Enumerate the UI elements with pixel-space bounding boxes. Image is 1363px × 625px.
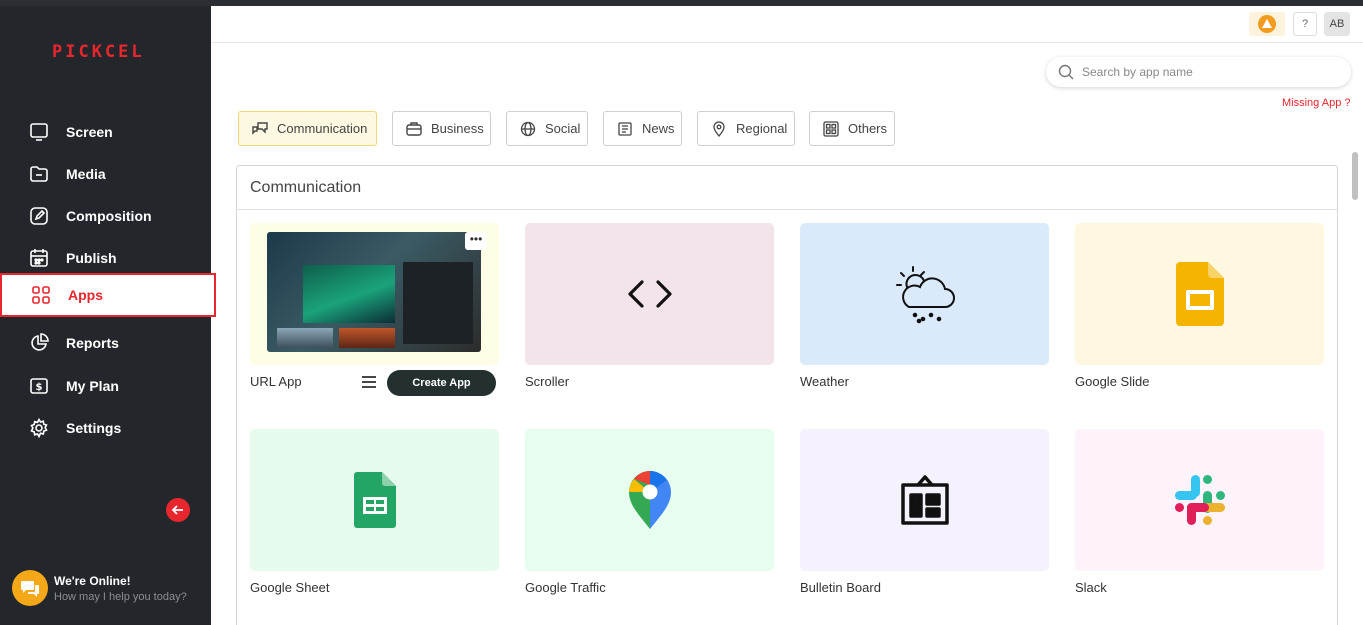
svg-text:$: $ xyxy=(36,382,43,393)
app-thumbnail xyxy=(250,429,499,571)
sidebar-item-media[interactable]: Media xyxy=(0,153,216,195)
sidebar-item-my-plan[interactable]: $ My Plan xyxy=(0,365,216,407)
sidebar-item-label: Media xyxy=(66,166,106,182)
create-app-button[interactable]: Create App xyxy=(387,370,496,396)
location-pin-icon xyxy=(710,120,728,137)
page-scrollbar[interactable] xyxy=(1352,152,1358,200)
sidebar-item-settings[interactable]: Settings xyxy=(0,407,216,449)
tab-label: Others xyxy=(848,121,888,136)
collapse-sidebar-button[interactable] xyxy=(166,498,190,522)
url-app-preview-image xyxy=(267,232,481,352)
calendar-icon xyxy=(28,247,50,269)
briefcase-icon xyxy=(405,121,423,137)
chat-widget[interactable]: We're Online! How may I help you today? xyxy=(12,570,187,606)
sidebar-item-reports[interactable]: Reports xyxy=(0,322,216,364)
logo: PICKCEL xyxy=(52,42,145,62)
more-options-icon[interactable]: ••• xyxy=(465,232,487,250)
sidebar-item-label: Settings xyxy=(66,420,122,436)
app-label: Google Sheet xyxy=(250,580,330,595)
help-button[interactable]: ? xyxy=(1293,12,1317,36)
sidebar-item-label: Apps xyxy=(68,287,103,303)
app-thumbnail xyxy=(800,223,1049,365)
sidebar-item-label: Screen xyxy=(66,124,113,140)
tab-business[interactable]: Business xyxy=(392,111,491,146)
sidebar-item-composition[interactable]: Composition xyxy=(0,195,216,237)
sidebar-item-label: My Plan xyxy=(66,378,119,394)
newspaper-icon xyxy=(616,121,634,137)
app-card-url-app[interactable]: ••• URL App Create App xyxy=(250,223,499,396)
code-icon xyxy=(627,280,672,308)
search-input[interactable] xyxy=(1082,65,1332,79)
user-avatar[interactable]: AB xyxy=(1324,12,1350,36)
app-search xyxy=(1046,57,1351,87)
sidebar-item-label: Reports xyxy=(66,335,119,351)
globe-icon xyxy=(519,121,537,137)
tab-label: Communication xyxy=(277,121,368,136)
chat-subtitle: How may I help you today? xyxy=(54,590,187,603)
pie-chart-icon xyxy=(28,332,50,354)
tab-label: Social xyxy=(545,121,581,136)
grid-icon xyxy=(822,120,840,137)
tab-others[interactable]: Others xyxy=(809,111,895,146)
tab-label: News xyxy=(642,121,675,136)
gear-icon xyxy=(28,417,50,439)
top-header: ? AB xyxy=(211,6,1363,43)
sidebar-item-label: Publish xyxy=(66,250,117,266)
app-label: Slack xyxy=(1075,580,1107,595)
slack-icon xyxy=(1174,475,1225,525)
app-thumbnail xyxy=(800,429,1049,571)
tab-social[interactable]: Social xyxy=(506,111,588,146)
app-card-weather[interactable]: Weather xyxy=(800,223,1049,389)
app-thumbnail xyxy=(1075,223,1324,365)
app-card-google-traffic[interactable]: Google Traffic xyxy=(525,429,774,595)
app-card-google-sheet[interactable]: Google Sheet xyxy=(250,429,499,595)
wallet-icon: $ xyxy=(28,375,50,397)
chat-title: We're Online! xyxy=(54,573,131,588)
monitor-icon xyxy=(28,121,50,143)
bulletin-board-icon xyxy=(900,475,949,525)
app-card-slack[interactable]: Slack xyxy=(1075,429,1324,595)
edit-icon xyxy=(28,205,50,227)
missing-app-link[interactable]: Missing App ? xyxy=(1282,97,1350,109)
app-card-scroller[interactable]: Scroller xyxy=(525,223,774,389)
panel-title: Communication xyxy=(237,166,1337,210)
search-icon xyxy=(1058,64,1074,80)
google-sheets-icon xyxy=(353,472,396,528)
google-maps-pin-icon xyxy=(628,471,671,529)
weather-cloud-sun-icon xyxy=(895,266,955,324)
app-thumbnail xyxy=(525,429,774,571)
app-card-google-slide[interactable]: Google Slide xyxy=(1075,223,1324,389)
tab-news[interactable]: News xyxy=(603,111,682,146)
chat-bubbles-icon xyxy=(251,121,269,137)
alert-button[interactable] xyxy=(1249,12,1285,36)
tab-label: Business xyxy=(431,121,484,136)
app-label: Google Traffic xyxy=(525,580,606,595)
warning-icon xyxy=(1258,15,1276,33)
app-thumbnail xyxy=(525,223,774,365)
sidebar-item-screen[interactable]: Screen xyxy=(0,111,216,153)
app-label: Weather xyxy=(800,374,849,389)
app-label: Bulletin Board xyxy=(800,580,881,595)
arrow-left-icon xyxy=(171,505,183,515)
sidebar-item-apps[interactable]: Apps xyxy=(0,273,216,317)
app-thumbnail: ••• xyxy=(250,223,499,365)
app-thumbnail xyxy=(1075,429,1324,571)
apps-panel: Communication ••• URL App Create App Scr… xyxy=(236,165,1338,625)
app-label: Scroller xyxy=(525,374,570,389)
tab-regional[interactable]: Regional xyxy=(697,111,795,146)
sidebar: PICKCEL Screen Media Composition Publish… xyxy=(0,6,216,625)
folder-icon xyxy=(28,163,50,185)
chat-icon xyxy=(12,570,48,606)
grid-icon xyxy=(30,284,52,306)
google-slides-icon xyxy=(1175,262,1224,326)
app-label: Google Slide xyxy=(1075,374,1150,389)
tab-label: Regional xyxy=(736,121,788,136)
hamburger-menu-icon[interactable] xyxy=(361,374,377,390)
sidebar-item-label: Composition xyxy=(66,208,152,224)
app-card-bulletin-board[interactable]: Bulletin Board xyxy=(800,429,1049,595)
tab-communication[interactable]: Communication xyxy=(238,111,377,146)
